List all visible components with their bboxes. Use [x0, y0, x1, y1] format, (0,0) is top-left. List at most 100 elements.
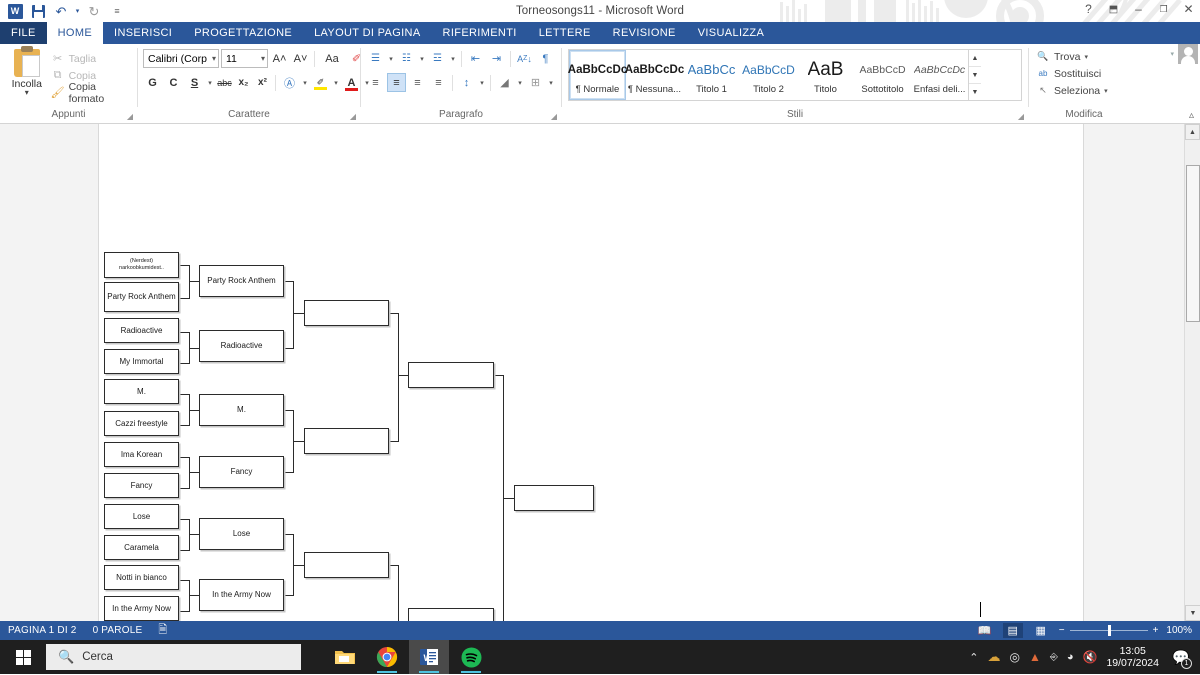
increase-indent-button[interactable]: ⇥ [487, 49, 506, 68]
format-painter-button[interactable]: 🖌 Copia formato [49, 81, 132, 105]
bracket-box-r2-4[interactable]: Fancy [199, 456, 284, 488]
superscript-button[interactable]: x² [254, 73, 271, 92]
find-dropdown-icon[interactable]: ▾ [1084, 53, 1088, 61]
web-layout-button[interactable]: ▦ [1031, 623, 1051, 638]
read-mode-button[interactable]: 📖 [975, 623, 995, 638]
ribbon[interactable]: Incolla ▾ ✂ Taglia ⧉ Copia 🖌 Copia forma… [0, 44, 1200, 124]
style-item-titolo-1[interactable]: AaBbCc Titolo 1 [683, 50, 740, 100]
collapse-ribbon-icon[interactable]: ▵ [1189, 110, 1194, 121]
italic-button[interactable]: C [164, 73, 183, 92]
bullets-button[interactable]: ☰ [366, 49, 385, 68]
volume-muted-icon[interactable]: 🔇 [1082, 650, 1097, 664]
bracket-box-r4-1[interactable] [408, 362, 494, 388]
style-item-enfasi-delicata[interactable]: AaBbCcDc Enfasi deli... [911, 50, 968, 100]
align-right-button[interactable]: ≡ [408, 73, 427, 92]
account-area[interactable]: ▾ [1170, 44, 1198, 64]
shading-button[interactable]: ◢ [495, 73, 514, 92]
avatar[interactable] [1178, 44, 1198, 64]
zoom-track[interactable] [1069, 625, 1148, 636]
justify-button[interactable]: ≡ [429, 73, 448, 92]
replace-button[interactable]: ab Sostituisci [1034, 65, 1103, 82]
restore-button[interactable]: ❐ [1156, 4, 1171, 15]
file-explorer-icon[interactable] [325, 640, 365, 674]
clock[interactable]: 13:05 19/07/2024 [1106, 645, 1159, 669]
vertical-scrollbar[interactable]: ▲ ▼ [1184, 124, 1200, 621]
zoom-level[interactable]: 100% [1166, 625, 1192, 636]
input-language-icon[interactable]: ⎆ [1050, 652, 1058, 663]
system-tray[interactable]: ⌃ ☁ ◎ ▲ ⎆ ◕ 🔇 13:05 19/07/2024 💬 1 [969, 640, 1200, 674]
subscript-button[interactable]: x₂ [235, 73, 252, 92]
gallery-scroll-down-icon[interactable]: ▼ [969, 67, 981, 84]
spotify-icon[interactable] [451, 640, 491, 674]
bracket-box-r1-11[interactable]: Notti in bianco [104, 565, 179, 590]
bracket-box-r1-3[interactable]: Radioactive [104, 318, 179, 343]
font-color-button[interactable]: A [342, 73, 361, 92]
bracket-box-final[interactable] [514, 485, 594, 511]
search-input[interactable]: 🔍 Cerca [46, 644, 301, 670]
bracket-box-r1-4[interactable]: My Immortal [104, 349, 179, 374]
bracket-box-r1-10[interactable]: Caramela [104, 535, 179, 560]
page-info[interactable]: PAGINA 1 DI 2 [8, 625, 77, 636]
style-item-titolo-2[interactable]: AaBbCcD Titolo 2 [740, 50, 797, 100]
numbering-button[interactable]: ☷ [397, 49, 416, 68]
bracket-box-r1-8[interactable]: Fancy [104, 473, 179, 498]
bracket-box-r2-1[interactable]: Party Rock Anthem [199, 265, 284, 297]
status-bar[interactable]: PAGINA 1 DI 2 0 PAROLE 🗎 📖 ▤ ▦ − + 100% [0, 621, 1200, 640]
tab-file[interactable]: FILE [0, 22, 47, 44]
document-page[interactable]: (Nerdest) narkoobkumidest.. Party Rock A… [98, 124, 1084, 621]
find-button[interactable]: 🔍 Trova ▾ [1034, 48, 1090, 65]
show-hidden-icons-icon[interactable]: ⌃ [969, 651, 978, 664]
scroll-thumb[interactable] [1186, 165, 1200, 322]
grow-font-button[interactable]: A˄ [270, 49, 289, 68]
text-highlight-color-button[interactable]: ✐ [311, 73, 330, 92]
style-item-titolo[interactable]: AaB Titolo [797, 50, 854, 100]
show-formatting-marks-button[interactable]: ¶ [536, 49, 555, 68]
style-item-sottotitolo[interactable]: AaBbCcD Sottotitolo [854, 50, 911, 100]
scroll-up-button[interactable]: ▲ [1185, 124, 1200, 140]
gallery-scroll-up-icon[interactable]: ▲ [969, 50, 981, 67]
close-button[interactable]: ✕ [1181, 2, 1196, 16]
sort-button[interactable]: A Z ↓ [515, 49, 534, 68]
numbering-dropdown-icon[interactable]: ▾ [418, 49, 426, 68]
taskbar[interactable]: 🔍 Cerca W ⌃ ☁ ◎ ▲ ⎆ ◕ 🔇 13:05 19/07/2024… [0, 640, 1200, 674]
tab-riferimenti[interactable]: RIFERIMENTI [432, 22, 528, 44]
bracket-box-r3-3[interactable] [304, 552, 389, 578]
bracket-box-r4-2[interactable] [408, 608, 494, 621]
onedrive-icon[interactable]: ☁ [987, 649, 1000, 665]
tab-home[interactable]: HOME [46, 22, 104, 44]
styles-gallery-scroll[interactable]: ▲ ▼ ▼ [968, 50, 981, 100]
tab-lettere[interactable]: LETTERE [528, 22, 602, 44]
underline-dropdown-icon[interactable]: ▾ [206, 73, 214, 92]
bracket-box-r1-1[interactable]: (Nerdest) narkoobkumidest.. [104, 252, 179, 278]
tab-revisione[interactable]: REVISIONE [602, 22, 687, 44]
bracket-box-r2-5[interactable]: Lose [199, 518, 284, 550]
borders-button[interactable]: ⊞ [526, 73, 545, 92]
select-button[interactable]: ↖ Seleziona ▾ [1034, 82, 1110, 99]
document-area[interactable]: (Nerdest) narkoobkumidest.. Party Rock A… [0, 124, 1200, 621]
chevron-down-icon[interactable]: ▾ [258, 54, 265, 63]
tab-inserisci[interactable]: INSERISCI [103, 22, 183, 44]
bracket-box-r1-9[interactable]: Lose [104, 504, 179, 529]
styles-gallery[interactable]: AaBbCcDc ¶ Normale AaBbCcDc ¶ Nessuna...… [568, 49, 1022, 101]
action-center-icon[interactable]: 💬 1 [1168, 640, 1194, 674]
proofing-errors-icon[interactable]: 🗎 [158, 621, 167, 640]
cut-button[interactable]: ✂ Taglia [49, 50, 132, 67]
help-button[interactable]: ? [1081, 2, 1096, 16]
zoom-in-button[interactable]: + [1153, 625, 1159, 636]
select-dropdown-icon[interactable]: ▾ [1104, 87, 1108, 95]
font-size-combo[interactable]: 11 ▾ [221, 49, 268, 68]
styles-dialog-launcher-icon[interactable]: ◢ [1018, 110, 1024, 124]
change-case-button[interactable]: Aa [319, 49, 345, 68]
window-controls[interactable]: ? ⬒ – ❐ ✕ [1081, 2, 1196, 16]
multilevel-list-button[interactable]: ☲ [428, 49, 447, 68]
google-chrome-icon[interactable] [367, 640, 407, 674]
bracket-box-r2-3[interactable]: M. [199, 394, 284, 426]
adobe-icon[interactable]: ▲ [1029, 650, 1041, 664]
bracket-box-r1-12[interactable]: In the Army Now [104, 596, 179, 621]
minimize-button[interactable]: – [1131, 2, 1146, 16]
zoom-out-button[interactable]: − [1059, 625, 1065, 636]
paragraph-dialog-launcher-icon[interactable]: ◢ [551, 110, 557, 124]
bracket-box-r1-7[interactable]: Ima Korean [104, 442, 179, 467]
ribbon-display-options-button[interactable]: ⬒ [1106, 4, 1121, 15]
shading-dropdown-icon[interactable]: ▾ [516, 73, 524, 92]
